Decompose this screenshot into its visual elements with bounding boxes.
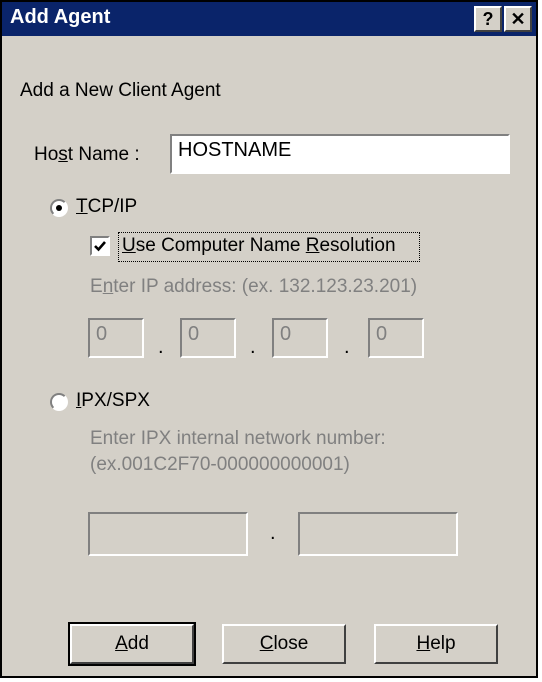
ipx-network-input[interactable]	[88, 512, 248, 556]
host-name-input[interactable]: HOSTNAME	[170, 134, 510, 174]
ip-octet-4-input[interactable]: 0	[368, 318, 424, 358]
ip-hint-text: Enter IP address: (ex. 132.123.23.201)	[90, 276, 418, 297]
window-title: Add Agent	[10, 6, 111, 28]
radio-selected-dot	[56, 205, 62, 211]
add-agent-dialog: Add Agent ? ✕ Add a New Client Agent Hos…	[0, 0, 538, 678]
close-button[interactable]: Close	[222, 624, 346, 664]
help-button[interactable]: Help	[374, 624, 498, 664]
ip-dot-1: .	[158, 336, 164, 358]
add-button[interactable]: Add	[68, 622, 196, 666]
tcpip-label[interactable]: TCP/IP	[76, 196, 137, 218]
use-name-resolution-label[interactable]: Use Computer Name Resolution	[122, 235, 396, 257]
close-title-button[interactable]: ✕	[504, 6, 532, 32]
ipx-hint-line1: Enter IPX internal network number:	[90, 428, 386, 449]
title-bar[interactable]: Add Agent ? ✕	[2, 2, 536, 36]
host-name-label: Host Name :	[34, 144, 140, 165]
dialog-heading: Add a New Client Agent	[20, 80, 221, 101]
ipx-hint-line2: (ex.001C2F70-000000000001)	[90, 454, 350, 475]
ip-octet-3-input[interactable]: 0	[272, 318, 328, 358]
ip-octet-2-input[interactable]: 0	[180, 318, 236, 358]
ipxspx-label[interactable]: IPX/SPX	[76, 390, 150, 412]
ipxspx-radio[interactable]	[50, 393, 68, 411]
ipx-node-input[interactable]	[298, 512, 458, 556]
checkmark-icon	[94, 241, 106, 252]
ipx-dot: .	[270, 522, 276, 544]
help-title-button[interactable]: ?	[474, 6, 502, 32]
ip-dot-3: .	[344, 336, 350, 358]
ip-dot-2: .	[250, 336, 256, 358]
tcpip-radio[interactable]	[50, 199, 68, 217]
use-name-resolution-checkbox[interactable]	[90, 236, 110, 256]
ip-octet-1-input[interactable]: 0	[88, 318, 144, 358]
